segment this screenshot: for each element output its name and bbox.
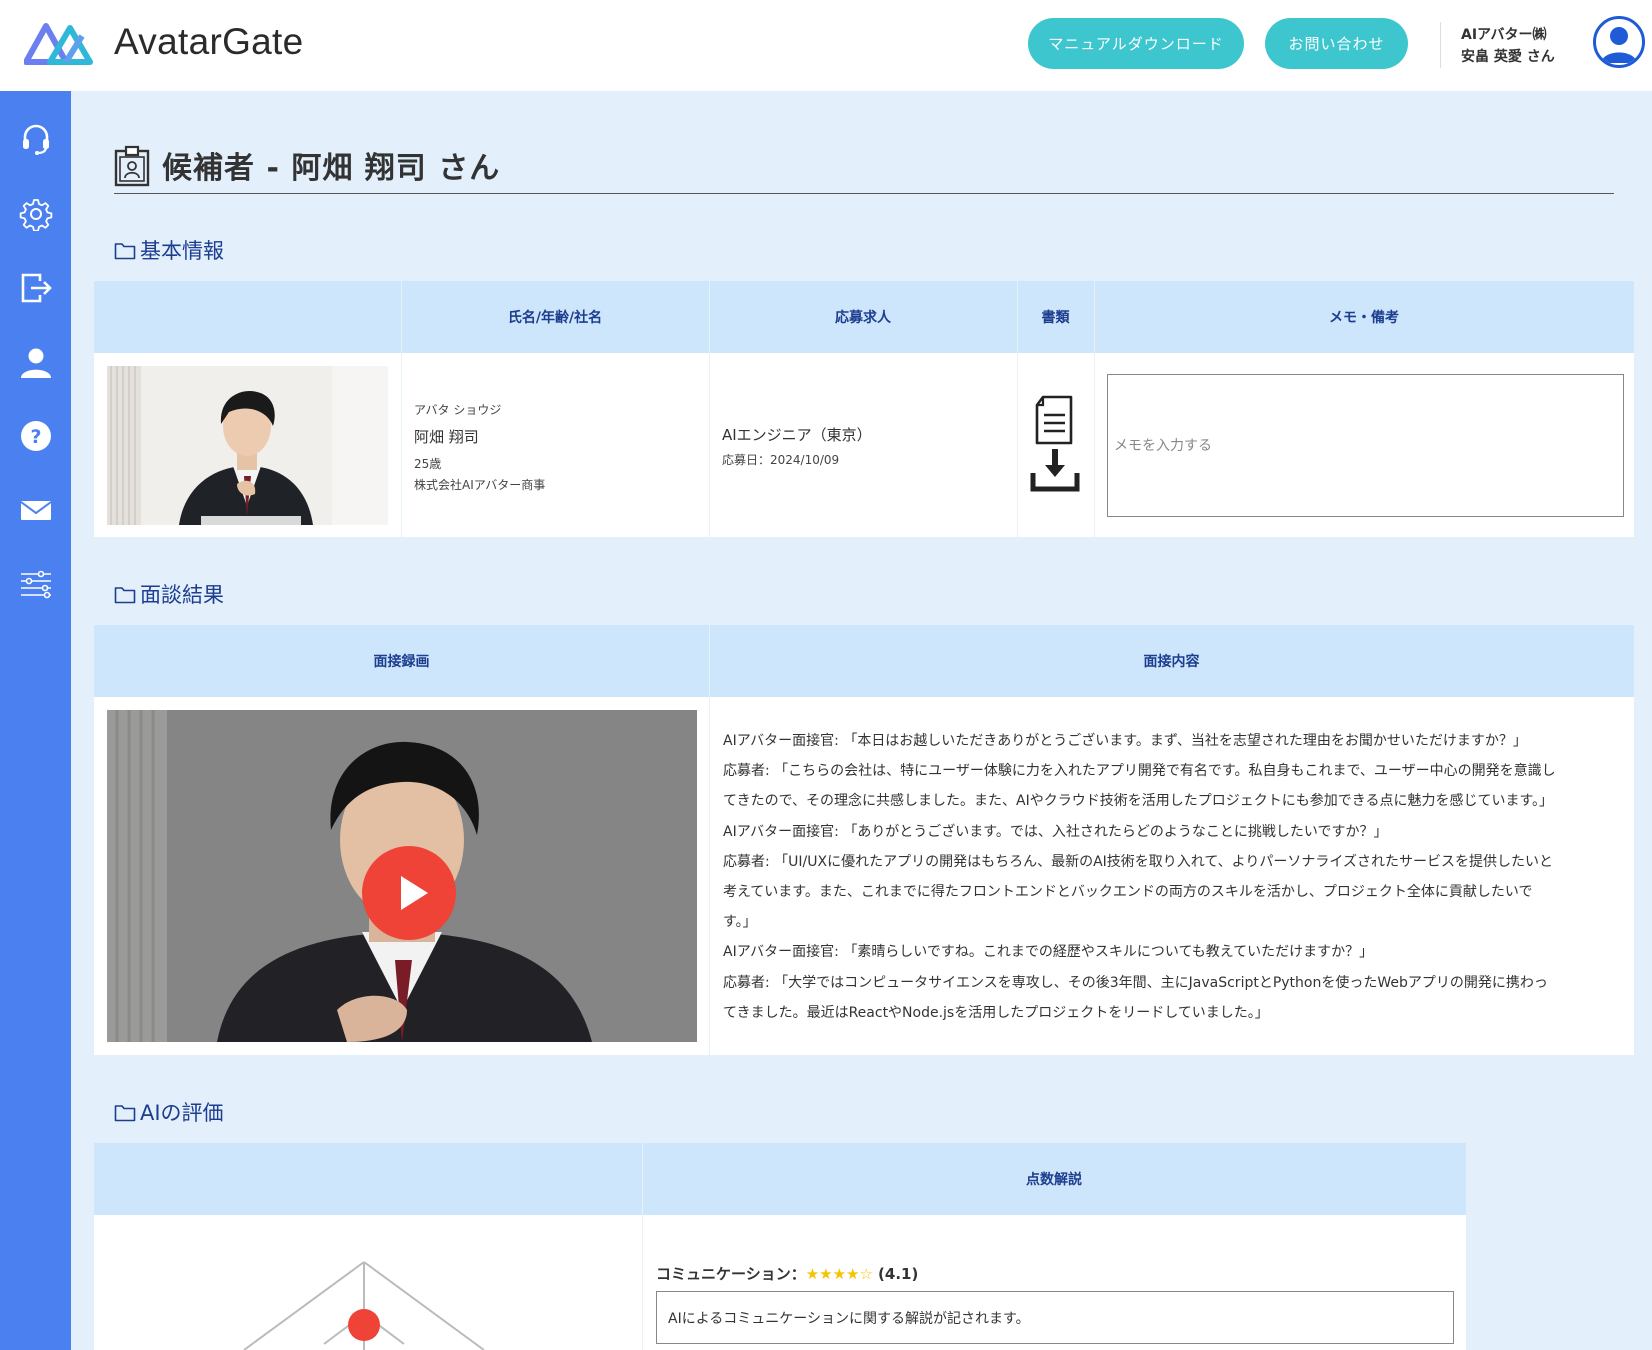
transcript-line: 応募者: 「UI/UXに優れたアプリの開発はもちろん、最新のAI技術を取り入れて… xyxy=(723,853,1553,870)
candidate-name: 阿畑 翔司 xyxy=(414,428,479,446)
transcript-line: てきました。最近はReactやNode.jsを活用したプロジェクトをリードしてい… xyxy=(723,1004,1269,1021)
transcript-line: AIアバター面接官: 「本日はお越しいただきありがとうございます。まず、当社を志… xyxy=(723,733,1527,749)
sidebar: ? xyxy=(0,91,71,1350)
play-icon xyxy=(401,876,428,910)
column-header-job: 応募求人 xyxy=(835,310,891,326)
section-title: 基本情報 xyxy=(140,239,224,263)
column-header-explanation: 点数解説 xyxy=(1026,1172,1082,1188)
column-header-content: 面接内容 xyxy=(1143,654,1200,670)
app-logo[interactable]: AvatarGate xyxy=(24,18,303,66)
radar-chart xyxy=(234,1258,494,1350)
nav-help[interactable]: ? xyxy=(0,411,71,461)
section-heading-ai-eval: AIの評価 xyxy=(114,1097,224,1127)
job-info: AIエンジニア（東京） 応募日：2024/10/09 xyxy=(722,424,1007,468)
memo-placeholder: メモを入力する xyxy=(1114,438,1212,454)
nav-support[interactable] xyxy=(0,114,71,164)
folder-icon xyxy=(114,243,136,260)
explanation-text: AIによるコミュニケーションに関する解説が記されます。 xyxy=(668,1310,1030,1327)
nav-logout[interactable] xyxy=(0,263,71,313)
nav-filters[interactable] xyxy=(0,559,71,609)
logout-icon xyxy=(21,273,52,303)
transcript-line: AIアバター面接官: 「ありがとうございます。では、入社されたらどのようなことに… xyxy=(723,823,1388,840)
user-name: 安畠 英愛 さん xyxy=(1461,49,1555,65)
header-divider xyxy=(1440,22,1441,68)
column-header-memo: メモ・備考 xyxy=(1329,310,1399,326)
logo-text: AvatarGate xyxy=(114,21,304,62)
user-icon xyxy=(20,348,51,378)
star-rating: ★★★★☆ xyxy=(805,1265,873,1283)
candidate-photo xyxy=(107,366,388,525)
column-header xyxy=(94,281,401,353)
section-title: AIの評価 xyxy=(140,1101,224,1125)
sliders-icon xyxy=(20,570,51,599)
column-header-recording: 面接録画 xyxy=(373,654,430,670)
user-avatar-icon[interactable] xyxy=(1593,16,1645,68)
rating-score: (4.1) xyxy=(878,1265,919,1283)
interview-table: 面接録画 面接内容 AIアバター面接官: 「本日はお越しいただきありがとうござい… xyxy=(94,625,1634,1055)
basic-info-table: 氏名/年齢/社名 応募求人 書類 メモ・備考 アバタ ショウジ 阿畑 翔司 25… xyxy=(94,281,1634,537)
headset-icon xyxy=(22,124,49,155)
page-title: 候補者 - 阿畑 翔司 さん xyxy=(162,151,501,186)
transcript-line: す。」 xyxy=(723,914,757,931)
candidate-age: 25歳 xyxy=(414,457,442,471)
id-badge-icon xyxy=(114,145,150,187)
section-heading-basic-info: 基本情報 xyxy=(114,235,224,265)
folder-icon xyxy=(114,587,136,604)
transcript-line: 考えています。また、これまでに得たフロントエンドとバックエンドの両方のスキルを活… xyxy=(723,884,1533,901)
transcript-line: てきたので、その理念に共感しました。また、AIやクラウド技術を活用したプロジェク… xyxy=(723,793,1554,810)
play-button[interactable] xyxy=(362,846,456,940)
column-header-name: 氏名/年齢/社名 xyxy=(507,310,603,326)
user-info: AIアバター㈱ 安畠 英愛 さん xyxy=(1461,24,1555,68)
table-header-row: 点数解説 xyxy=(94,1143,1466,1215)
column-header-chart xyxy=(94,1143,642,1215)
nav-mail[interactable] xyxy=(0,485,71,535)
document-download-icon xyxy=(1030,395,1080,492)
interview-transcript: AIアバター面接官: 「本日はお越しいただきありがとうございます。まず、当社を志… xyxy=(723,726,1623,1028)
rating-label: コミュニケーション： xyxy=(656,1265,806,1283)
table-header-row: 氏名/年齢/社名 応募求人 書類 メモ・備考 xyxy=(94,281,1634,353)
mail-icon xyxy=(19,501,52,520)
transcript-line: AIアバター面接官: 「素晴らしいですね。これまでの経歴やスキルについても教えて… xyxy=(723,944,1374,961)
svg-text:?: ? xyxy=(30,426,41,448)
manual-download-button[interactable]: マニュアルダウンロード xyxy=(1028,18,1244,69)
top-header: AvatarGate マニュアルダウンロード お問い合わせ AIアバター㈱ 安畠… xyxy=(0,0,1652,91)
candidate-kana: アバタ ショウジ xyxy=(414,403,502,417)
document-download-button[interactable] xyxy=(1029,393,1081,501)
job-title: AIエンジニア（東京） xyxy=(722,426,872,444)
nav-profile[interactable] xyxy=(0,337,71,387)
page-title-row: 候補者 - 阿畑 翔司 さん xyxy=(114,143,1614,194)
radar-point xyxy=(348,1309,380,1341)
candidate-company: 株式会社AIアバター商事 xyxy=(414,478,546,492)
folder-icon xyxy=(114,1105,136,1122)
help-icon: ? xyxy=(20,421,51,451)
section-heading-interview: 面談結果 xyxy=(114,579,224,609)
interview-video[interactable] xyxy=(107,710,697,1042)
contact-button[interactable]: お問い合わせ xyxy=(1265,18,1408,69)
table-header-row: 面接録画 面接内容 xyxy=(94,625,1634,697)
applied-date: 応募日：2024/10/09 xyxy=(722,453,840,467)
nav-settings[interactable] xyxy=(0,189,71,239)
transcript-line: 応募者: 「こちらの会社は、特にユーザー体験に力を入れたアプリ開発で有名です。私… xyxy=(723,763,1556,780)
rating-row: コミュニケーション：★★★★☆ (4.1) xyxy=(656,1263,918,1284)
section-title: 面談結果 xyxy=(140,583,224,607)
explanation-box: AIによるコミュニケーションに関する解説が記されます。 xyxy=(656,1291,1454,1344)
candidate-info: アバタ ショウジ 阿畑 翔司 25歳 株式会社AIアバター商事 xyxy=(414,401,694,493)
ai-eval-table: 点数解説 コミュニケーション：★★★★☆ (4.1) AIによるコミュニケーショ… xyxy=(94,1143,1466,1350)
logo-mark-icon xyxy=(24,23,93,65)
column-header-documents: 書類 xyxy=(1041,310,1070,326)
memo-input[interactable]: メモを入力する xyxy=(1107,374,1624,517)
transcript-line: 応募者: 「大学ではコンピュータサイエンスを専攻し、その後3年間、主にJavaS… xyxy=(723,974,1548,991)
user-company: AIアバター㈱ xyxy=(1461,27,1547,43)
gear-icon xyxy=(19,199,52,231)
